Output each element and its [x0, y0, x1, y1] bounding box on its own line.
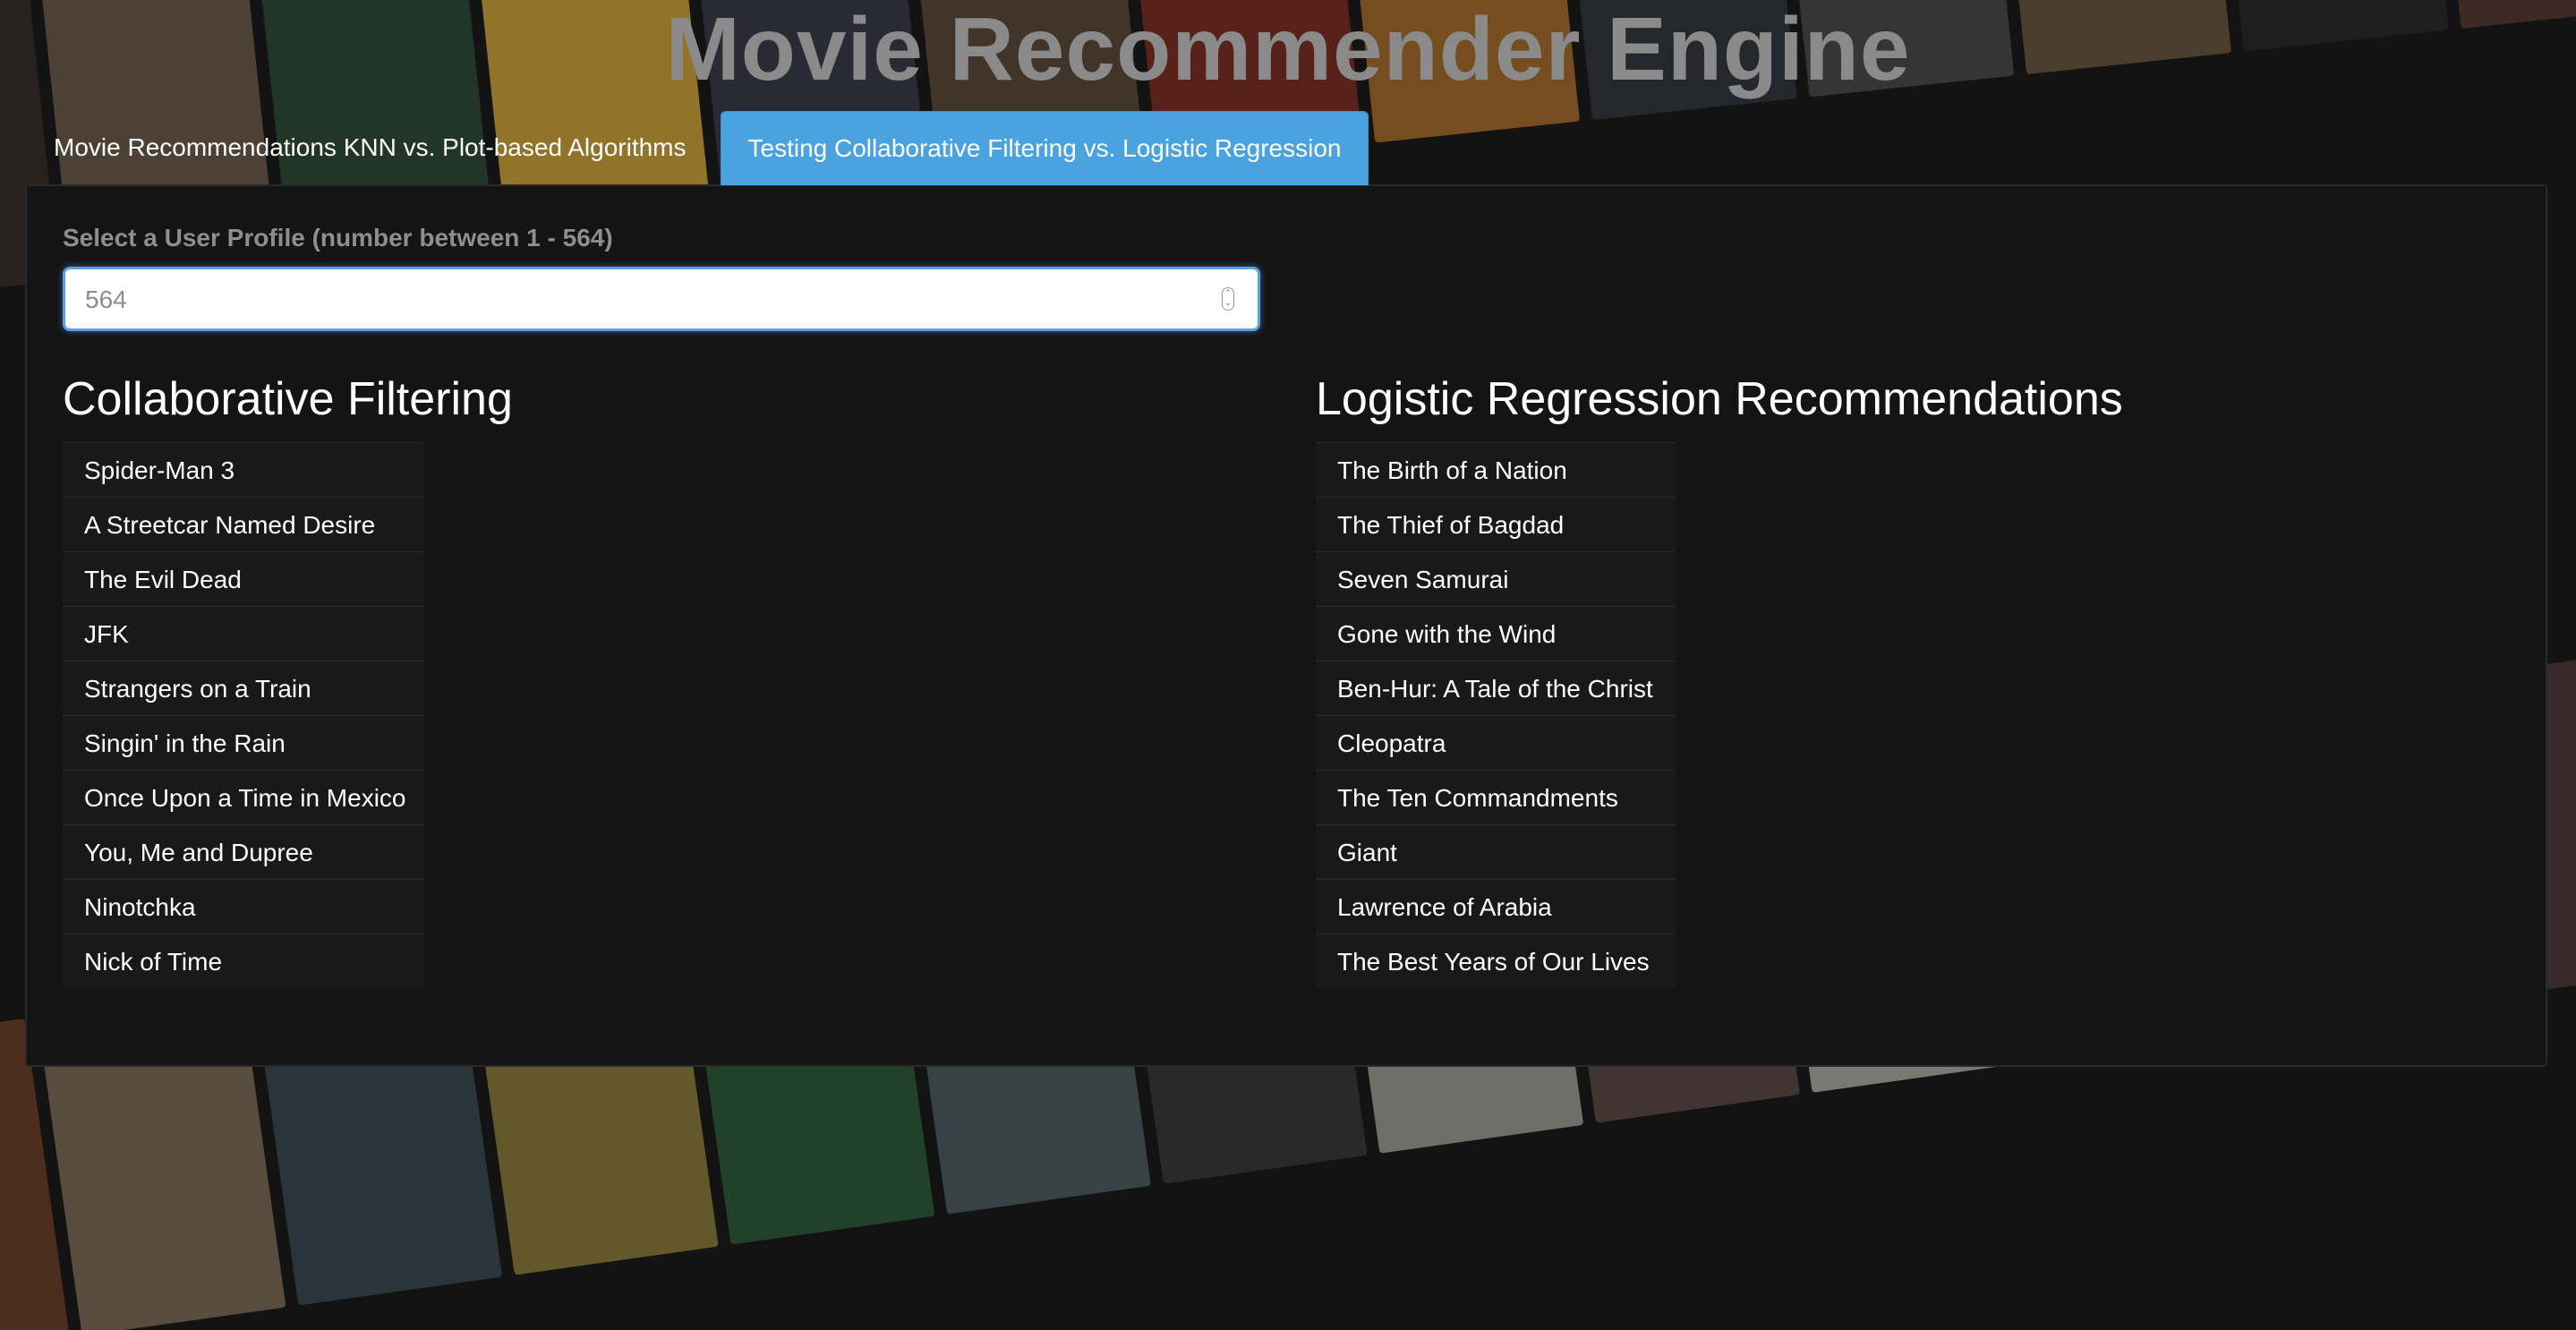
list-item: Lawrence of Arabia: [1316, 879, 1676, 934]
tab-movie-recommendations[interactable]: Movie Recommendations KNN vs. Plot-based…: [27, 111, 713, 184]
list-item: Seven Samurai: [1316, 551, 1676, 606]
page-title: Movie Recommender Engine: [665, 0, 1911, 99]
tab-content-panel: Select a User Profile (number between 1 …: [25, 184, 2547, 1067]
list-item: Gone with the Wind: [1316, 606, 1676, 661]
list-item: Cleopatra: [1316, 715, 1676, 770]
list-item: Nick of Time: [63, 934, 424, 988]
logistic-regression-list: The Birth of a Nation The Thief of Bagda…: [1316, 442, 1676, 988]
list-item: Ninotchka: [63, 879, 424, 934]
user-profile-label: Select a User Profile (number between 1 …: [63, 224, 613, 252]
list-item: Strangers on a Train: [63, 661, 424, 715]
list-item: JFK: [63, 606, 424, 661]
list-item: The Ten Commandments: [1316, 770, 1676, 824]
collaborative-filtering-heading: Collaborative Filtering: [63, 373, 513, 425]
list-item: The Best Years of Our Lives: [1316, 934, 1676, 988]
list-item: The Evil Dead: [63, 551, 424, 606]
list-item: The Birth of a Nation: [1316, 442, 1676, 497]
list-item: The Thief of Bagdad: [1316, 497, 1676, 551]
collaborative-filtering-list: Spider-Man 3 A Streetcar Named Desire Th…: [63, 442, 424, 988]
number-spinner-icon[interactable]: ⌃ ⌄: [1222, 287, 1234, 311]
logistic-regression-heading: Logistic Regression Recommendations: [1316, 373, 2123, 425]
list-item: Giant: [1316, 824, 1676, 879]
tab-testing-cf-vs-lr[interactable]: Testing Collaborative Filtering vs. Logi…: [720, 111, 1369, 185]
list-item: Spider-Man 3: [63, 442, 424, 497]
list-item: Ben-Hur: A Tale of the Christ: [1316, 661, 1676, 715]
user-profile-value: 564: [85, 286, 127, 313]
user-profile-number-input[interactable]: 564 ⌃ ⌄: [63, 267, 1260, 331]
list-item: You, Me and Dupree: [63, 824, 424, 879]
list-item: Singin' in the Rain: [63, 715, 424, 770]
tab-bar: Movie Recommendations KNN vs. Plot-based…: [27, 111, 1376, 185]
list-item: A Streetcar Named Desire: [63, 497, 424, 551]
list-item: Once Upon a Time in Mexico: [63, 770, 424, 824]
